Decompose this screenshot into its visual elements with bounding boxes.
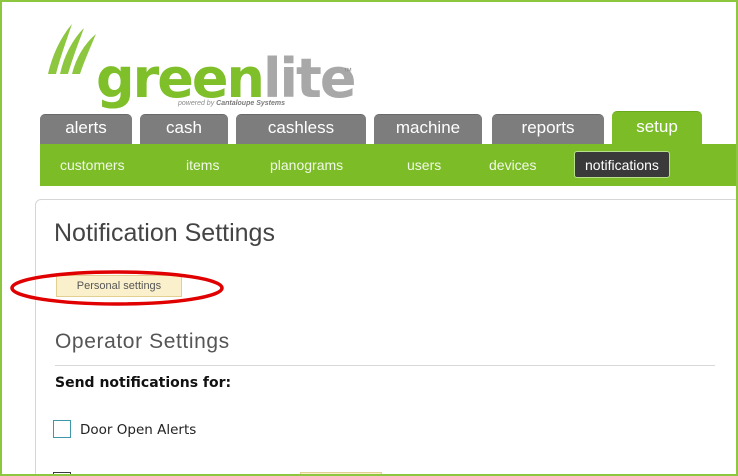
subnav-notifications[interactable]: notifications [574,151,670,178]
tab-cashless[interactable]: cashless [236,114,366,144]
section-divider [55,365,715,366]
powered-company: Cantaloupe Systems [216,100,285,107]
door-open-alerts-label[interactable]: Door Open Alerts [80,422,196,438]
subnav-items[interactable]: items [186,144,219,186]
logo-powered-by: powered by Cantaloupe Systems [178,100,285,107]
tab-reports[interactable]: reports [492,114,604,144]
subnav-customers[interactable]: customers [60,144,125,186]
tab-alerts[interactable]: alerts [40,114,132,144]
powered-prefix: powered by [178,100,217,107]
next-option-field[interactable] [300,472,382,474]
operator-settings-heading: Operator Settings [55,330,230,353]
subnav-planograms[interactable]: planograms [270,144,343,186]
tab-setup[interactable]: setup [612,111,702,144]
personal-settings-button[interactable]: Personal settings [56,275,182,297]
logo-trademark: ™ [343,66,352,76]
browser-frame: greenlite ™ powered by Cantaloupe System… [0,0,738,476]
main-tabs: alerts cash cashless machine reports set… [40,111,736,144]
next-option-checkbox[interactable] [53,472,71,474]
send-notifications-label: Send notifications for: [55,375,232,391]
tab-cash[interactable]: cash [140,114,228,144]
tab-machine[interactable]: machine [374,114,482,144]
subnav-users[interactable]: users [407,144,441,186]
greenlite-logo[interactable]: greenlite ™ powered by Cantaloupe System… [42,16,362,112]
door-open-alerts-checkbox[interactable] [53,420,71,438]
page-title: Notification Settings [54,219,275,247]
logo-swoosh-icon [48,24,96,74]
subnav-devices[interactable]: devices [489,144,536,186]
setup-subnav: customers items planograms users devices… [40,144,736,186]
logo-wordmark: greenlite [96,52,356,106]
